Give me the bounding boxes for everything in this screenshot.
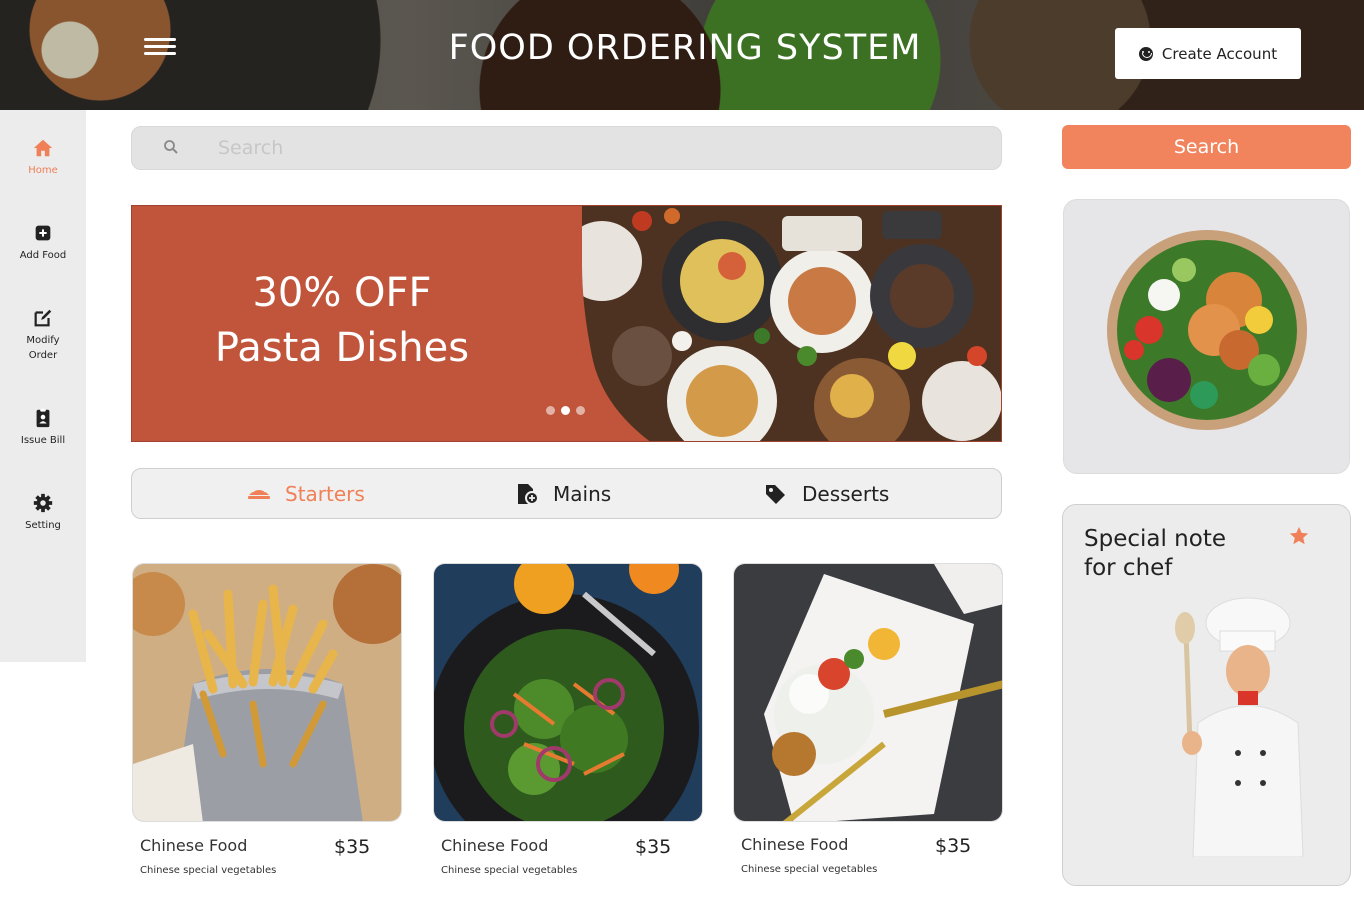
featured-salad-image[interactable]	[1063, 199, 1350, 474]
tag-icon	[766, 485, 785, 504]
tab-mains[interactable]: Mains	[515, 482, 611, 506]
header-banner: FOOD ORDERING SYSTEM Create Account	[0, 0, 1364, 110]
food-description: Chinese special vegetables	[140, 865, 277, 876]
salad-bowl-image	[433, 563, 703, 822]
food-card[interactable]: Chinese Food $35 Chinese special vegetab…	[132, 563, 402, 876]
plus-square-icon	[35, 225, 51, 241]
sidebar-item-label: Setting	[25, 520, 61, 531]
sidebar-item-modify-order[interactable]: Modify Order	[0, 307, 86, 363]
chef-note-title: Special note for chef	[1084, 526, 1226, 581]
food-name: Chinese Food	[441, 836, 549, 855]
sidebar-item-label: Modify Order	[26, 335, 60, 361]
star-icon[interactable]	[1288, 525, 1310, 547]
sidebar-item-add-food[interactable]: Add Food	[0, 222, 86, 263]
food-name: Chinese Food	[741, 835, 849, 854]
banner-dish: Pasta Dishes	[214, 325, 470, 371]
search-bar	[131, 126, 1002, 170]
food-tray-icon	[248, 486, 270, 499]
sidebar-item-label: Home	[28, 165, 58, 176]
sidebar-item-issue-bill[interactable]: Issue Bill	[0, 407, 86, 448]
burrata-plate-image	[733, 563, 1003, 822]
file-plus-icon	[518, 484, 539, 505]
category-tabs: Starters Mains Desserts	[131, 468, 1002, 519]
clipboard-user-icon	[36, 408, 50, 428]
search-icon	[164, 140, 178, 154]
tab-starters[interactable]: Starters	[247, 482, 365, 506]
create-account-button[interactable]: Create Account	[1115, 28, 1301, 79]
tab-label: Starters	[285, 482, 365, 506]
food-description: Chinese special vegetables	[741, 864, 878, 875]
carousel-dot-active[interactable]	[561, 406, 570, 415]
food-description: Chinese special vegetables	[441, 865, 578, 876]
fries-image	[132, 563, 402, 822]
food-spread-image	[582, 206, 1001, 441]
chef-illustration	[1175, 597, 1304, 857]
food-name: Chinese Food	[140, 836, 248, 855]
home-icon	[33, 139, 53, 157]
chef-note-panel[interactable]: Special note for chef	[1062, 504, 1351, 886]
create-account-label: Create Account	[1161, 44, 1278, 63]
carousel-dot[interactable]	[546, 406, 555, 415]
smile-icon	[1138, 46, 1153, 61]
carousel-dot[interactable]	[576, 406, 585, 415]
banner-discount: 30% OFF	[252, 270, 432, 316]
sidebar-item-home[interactable]: Home	[0, 137, 86, 178]
tab-label: Mains	[553, 482, 612, 506]
sidebar-item-label: Add Food	[19, 250, 67, 261]
sidebar-item-label: Issue Bill	[20, 435, 66, 446]
gear-icon	[33, 493, 53, 513]
food-card[interactable]: Chinese Food $35 Chinese special vegetab…	[433, 563, 703, 876]
edit-icon	[34, 309, 52, 327]
menu-icon[interactable]	[144, 38, 176, 56]
sidebar: Home Add Food Modify Order Issue Bill Se…	[0, 110, 86, 662]
food-price: $35	[334, 836, 371, 858]
food-price: $35	[635, 836, 672, 858]
app-title: FOOD ORDERING SYSTEM	[448, 28, 922, 68]
search-input[interactable]	[218, 133, 978, 163]
banner-text: 30% OFF Pasta Dishes	[132, 266, 552, 376]
promo-banner[interactable]: 30% OFF Pasta Dishes	[131, 205, 1002, 442]
food-card[interactable]: Chinese Food $35 Chinese special vegetab…	[733, 563, 1003, 875]
carousel-dots	[546, 406, 585, 415]
sidebar-item-setting[interactable]: Setting	[0, 492, 86, 533]
search-button[interactable]: Search	[1062, 125, 1351, 169]
food-price: $35	[935, 835, 972, 857]
tab-label: Desserts	[802, 482, 890, 506]
tab-desserts[interactable]: Desserts	[764, 482, 889, 506]
